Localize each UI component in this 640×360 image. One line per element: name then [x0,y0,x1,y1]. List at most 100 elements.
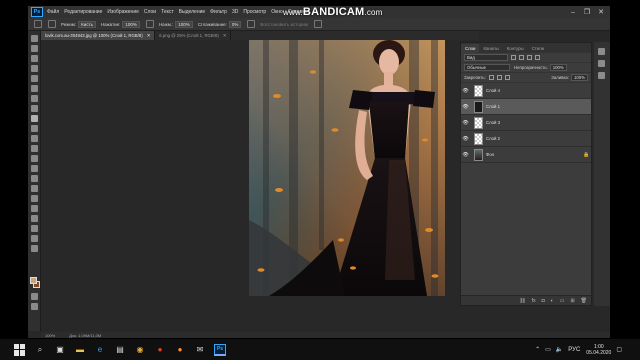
frame-tool-icon[interactable] [31,85,38,92]
volume-icon[interactable]: 🔈 [556,346,563,353]
menu-type[interactable]: Текст [161,9,174,15]
tab-styles[interactable]: Стили [528,44,548,53]
eye-icon[interactable]: 👁 [461,136,470,142]
layer-row-background[interactable]: 👁 Фон 🔒 [461,147,591,163]
menu-select[interactable]: Выделение [179,9,206,15]
layer-row[interactable]: 👁 Слой 4 [461,83,591,99]
lock-pixels-icon[interactable] [488,75,494,80]
brush-tool-icon[interactable] [31,115,38,122]
brush-preset-icon[interactable] [48,20,56,28]
menu-edit[interactable]: Редактирование [64,9,102,15]
windows-start-icon[interactable] [14,343,26,356]
properties-panel-icon[interactable] [598,60,605,67]
filter-pixel-icon[interactable] [511,55,516,60]
filter-shape-icon[interactable] [535,55,540,60]
document-tab-active[interactable]: lovik.com.au-304943.jpg @ 100% (Слой 1, … [41,31,156,40]
close-button[interactable]: ✕ [594,8,608,16]
layer-opacity-field[interactable]: 100% [549,64,567,71]
edge-icon[interactable]: e [94,344,106,356]
healing-tool-icon[interactable] [31,105,38,112]
dodge-tool-icon[interactable] [31,175,38,182]
store-icon[interactable]: ▤ [114,344,126,356]
mode-option[interactable]: Режим: Кисть [61,20,96,28]
more-tools-icon[interactable] [31,245,38,252]
eye-icon[interactable]: 👁 [461,104,470,110]
gear-icon[interactable] [247,20,256,28]
notifications-icon[interactable]: ▢ [616,346,622,353]
menu-file[interactable]: Файл [47,9,59,15]
layer-row-selected[interactable]: 👁 Слой 1 [461,99,591,115]
link-icon[interactable]: ⛓ [519,298,525,304]
home-icon[interactable] [34,20,42,28]
document-canvas[interactable] [249,40,445,296]
adjustment-icon[interactable]: ◐ [551,298,554,304]
pen-tool-icon[interactable] [31,185,38,192]
menu-3d[interactable]: 3D [232,9,238,15]
smoothing-option[interactable]: Сглаживание: 0% [198,20,242,28]
zoom-level[interactable]: 100% [45,333,55,338]
move-tool-icon[interactable] [31,35,38,42]
opacity-option[interactable]: Нажм.: 100% [159,20,193,28]
filter-type-icon[interactable] [527,55,532,60]
opacity-value[interactable]: 100% [175,20,193,28]
gradient-tool-icon[interactable] [31,155,38,162]
eye-icon[interactable]: 👁 [461,120,470,126]
yandex-icon[interactable]: ● [154,344,166,356]
mail-icon[interactable]: ✉ [194,344,206,356]
close-tab-icon[interactable]: ✕ [223,33,227,39]
canvas-area[interactable] [41,40,461,332]
mode-value[interactable]: Кисть [78,20,96,28]
quick-mask-icon[interactable] [31,293,38,300]
layer-row[interactable]: 👁 Слой 2 [461,131,591,147]
close-tab-icon[interactable]: ✕ [147,33,151,39]
menu-layer[interactable]: Слои [144,9,156,15]
tab-paths[interactable]: Контуры [503,44,528,53]
flow-value[interactable]: 100% [122,20,140,28]
marquee-tool-icon[interactable] [31,45,38,52]
file-explorer-icon[interactable]: ▬ [74,344,86,356]
search-icon[interactable]: ⌕ [34,344,46,356]
flow-option[interactable]: Нажатие: 100% [101,20,140,28]
tab-channels[interactable]: Каналы [479,44,502,53]
photoshop-taskbar-button[interactable]: Ps [214,343,226,356]
mask-icon[interactable]: ◘ [542,298,545,304]
new-layer-icon[interactable]: ⊞ [570,298,574,304]
history-brush-tool-icon[interactable] [31,135,38,142]
menu-view[interactable]: Просмотр [243,9,266,15]
menu-window[interactable]: Окно [271,9,283,15]
minimize-button[interactable]: – [566,9,580,16]
crop-tool-icon[interactable] [31,75,38,82]
clock[interactable]: 1:00 05.04.2020 [586,344,611,356]
tab-layers[interactable]: Слои [461,44,480,53]
eye-icon[interactable]: 👁 [461,152,470,158]
layer-row[interactable]: 👁 Слой 3 [461,115,591,131]
clone-stamp-tool-icon[interactable] [31,125,38,132]
folder-icon[interactable]: ▭ [560,298,565,304]
eyedropper-tool-icon[interactable] [31,95,38,102]
network-icon[interactable]: ▭ [545,346,551,353]
restore-history-option[interactable]: Восстановить историю [260,22,308,27]
chrome-icon[interactable]: ◉ [134,344,146,356]
lock-position-icon[interactable] [496,75,502,80]
foreground-color-swatch[interactable] [30,277,37,284]
smoothing-value[interactable]: 0% [228,20,242,28]
hand-tool-icon[interactable] [31,225,38,232]
screen-mode-icon[interactable] [31,303,38,310]
symmetry-icon[interactable] [314,20,323,28]
firefox-icon[interactable]: ● [174,344,186,356]
filter-adjustment-icon[interactable] [519,55,524,60]
task-view-icon[interactable]: ▣ [54,344,66,356]
path-select-tool-icon[interactable] [31,205,38,212]
menu-filter[interactable]: Фильтр [210,9,227,15]
layer-filter-select[interactable]: Вид [464,54,508,61]
quick-select-tool-icon[interactable] [31,65,38,72]
trash-icon[interactable]: 🗑 [581,298,587,304]
airbrush-icon[interactable] [145,20,154,28]
history-panel-icon[interactable] [598,48,605,55]
menu-image[interactable]: Изображение [107,9,139,15]
play-actions-icon[interactable] [598,72,605,79]
eye-icon[interactable]: 👁 [461,88,470,94]
zoom-tool-icon[interactable] [31,235,38,242]
eraser-tool-icon[interactable] [31,145,38,152]
blur-tool-icon[interactable] [31,165,38,172]
